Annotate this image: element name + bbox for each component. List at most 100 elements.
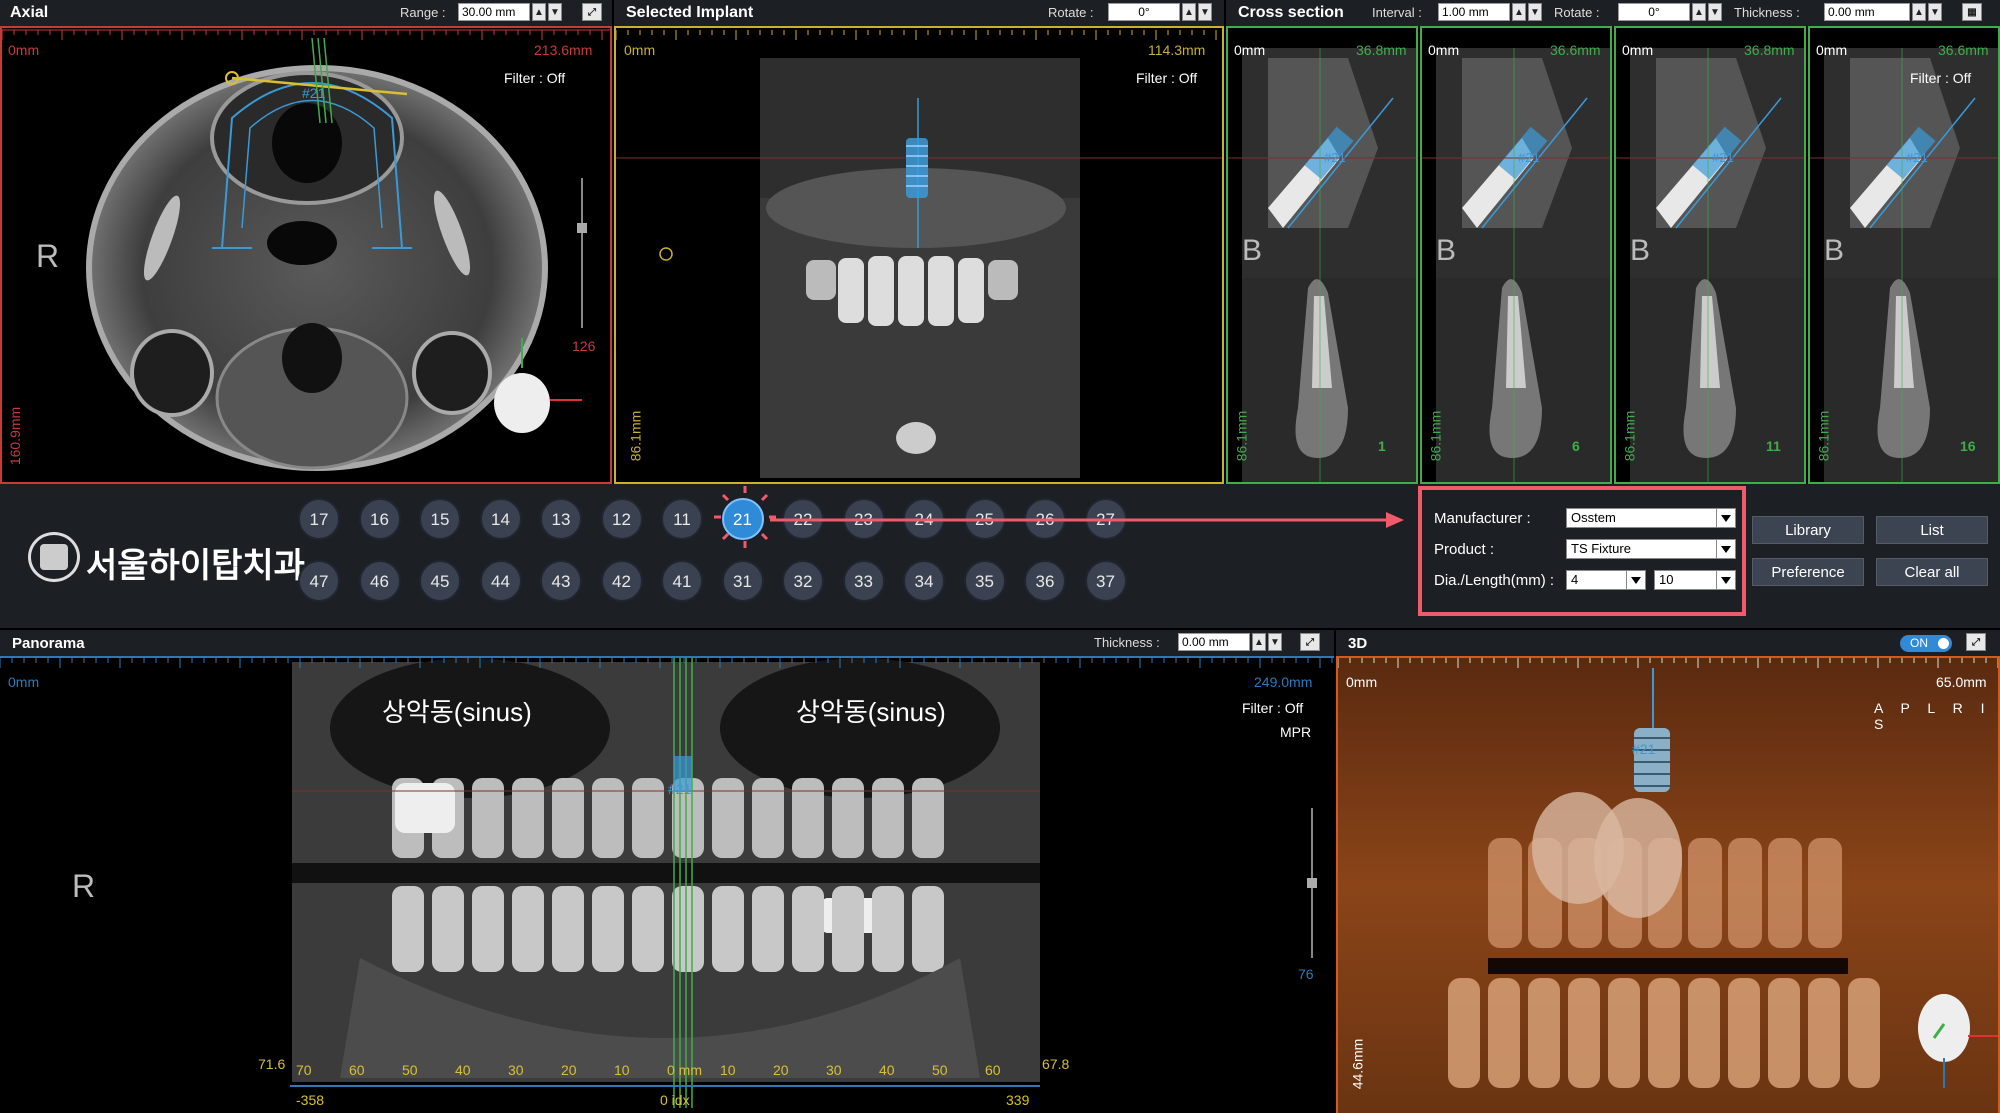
cross-section-slice-6[interactable]: 0mm 36.6mm #21 B 86.1mm 6 <box>1420 26 1612 484</box>
diameter-select[interactable]: 4 <box>1566 570 1628 590</box>
tooth-17-button[interactable]: 17 <box>298 498 340 540</box>
panorama-thickness-label: Thickness : <box>1094 635 1160 650</box>
implant-rotate-down-button[interactable]: ▼ <box>1198 3 1212 21</box>
slice-index-label: 1 <box>1378 438 1386 454</box>
slice-origin-label: 0mm <box>1816 42 1848 58</box>
axial-view[interactable]: #21 0mm 213.6mm Filter : Off R 126 160.9… <box>0 26 612 484</box>
tooth-33-button[interactable]: 33 <box>842 560 885 602</box>
tooth-31-button[interactable]: 31 <box>721 560 764 602</box>
panorama-origin-label: 0mm <box>8 674 40 690</box>
panorama-view[interactable]: #21 0mm 249.0mm Filter : Off MPR R 상악동(s… <box>0 656 1334 1113</box>
range-down-button[interactable]: ▼ <box>548 3 562 21</box>
slice-implant-tag: #21 <box>1712 150 1734 165</box>
product-select[interactable]: TS Fixture <box>1566 539 1718 559</box>
manufacturer-dropdown-icon[interactable] <box>1716 508 1736 528</box>
cross-section-slice-16[interactable]: 0mm 36.6mm #21 B 86.1mm 16 Filter : Off <box>1808 26 2000 484</box>
cross-section-slice-1[interactable]: 0mm 36.8mm #21 B 86.1mm 1 <box>1226 26 1418 484</box>
slice-origin-label: 0mm <box>1428 42 1460 58</box>
selected-implant-view[interactable]: 0mm 114.3mm Filter : Off 86.1mm <box>614 26 1224 484</box>
three-d-view[interactable]: #21 0mm 65.0mm A P L R I S 44.6mm <box>1336 656 2000 1113</box>
cross-rotate-input[interactable]: 0° <box>1618 3 1690 21</box>
interval-input[interactable]: 1.00 mm <box>1438 3 1510 21</box>
product-value: TS Fixture <box>1571 541 1631 556</box>
tooth-12-button[interactable]: 12 <box>600 498 643 540</box>
three-d-lower-tooth <box>1688 978 1720 1088</box>
axial-expand-icon[interactable]: ⤢ <box>582 3 602 21</box>
panorama-thickness-up-button[interactable]: ▲ <box>1252 633 1266 651</box>
three-d-implant-tag: #21 <box>1632 741 1656 757</box>
clear-all-button[interactable]: Clear all <box>1876 558 1988 586</box>
three-d-upper-tooth <box>1808 838 1842 948</box>
slice-side-label: B <box>1824 234 1845 267</box>
axial-header: Axial Range : 30.00 mm ▲ ▼ ⤢ <box>0 0 612 26</box>
cross-thickness-input[interactable]: 0.00 mm <box>1824 3 1910 21</box>
axial-size-label: 213.6mm <box>534 42 593 58</box>
three-d-vertical-size: 44.6mm <box>1349 1038 1366 1090</box>
tooth-35-button[interactable]: 35 <box>963 560 1006 602</box>
selected-implant-header: Selected Implant Rotate : 0° ▲ ▼ <box>614 0 1224 26</box>
toggle-knob-icon <box>1938 638 1949 649</box>
panorama-lower-tooth <box>472 886 504 972</box>
tooth-44-button[interactable]: 44 <box>479 560 522 602</box>
preference-button[interactable]: Preference <box>1752 558 1864 586</box>
tooth-11-button[interactable]: 11 <box>661 498 703 540</box>
panorama-idx-right: 339 <box>1006 1092 1030 1108</box>
grid-layout-icon[interactable]: ▦ <box>1962 3 1982 21</box>
panorama-thickness-input[interactable]: 0.00 mm <box>1178 633 1250 651</box>
three-d-lower-tooth <box>1528 978 1560 1088</box>
tooth-43-button[interactable]: 43 <box>540 560 582 602</box>
panorama-lower-tooth <box>512 886 544 972</box>
interval-up-button[interactable]: ▲ <box>1512 3 1526 21</box>
panorama-lower-tooth <box>832 886 864 972</box>
length-dropdown-icon[interactable] <box>1716 570 1736 590</box>
three-d-upper-tooth <box>1768 838 1802 948</box>
panorama-lower-tooth <box>392 886 424 972</box>
panorama-ruler-tick: 60 <box>349 1062 365 1078</box>
length-select[interactable]: 10 <box>1654 570 1718 590</box>
manufacturer-select[interactable]: Osstem <box>1566 508 1718 528</box>
tooth-37-button[interactable]: 37 <box>1084 560 1127 602</box>
implant-vertical-size: 86.1mm <box>627 410 644 462</box>
panorama-upper-tooth <box>632 778 664 858</box>
length-value: 10 <box>1659 572 1674 587</box>
cross-section-slice-11[interactable]: 0mm 36.8mm #21 B 86.1mm 11 <box>1614 26 1806 484</box>
implant-rotate-input[interactable]: 0° <box>1108 3 1180 21</box>
cross-thickness-up-button[interactable]: ▲ <box>1912 3 1926 21</box>
tooth-15-button[interactable]: 15 <box>419 498 461 540</box>
implant-rotate-up-button[interactable]: ▲ <box>1182 3 1196 21</box>
panorama-upper-tooth <box>832 778 864 858</box>
three-d-origin-label: 0mm <box>1346 674 1378 690</box>
three-d-toggle[interactable]: ON <box>1900 635 1952 652</box>
three-d-upper-tooth <box>1488 838 1522 948</box>
tooth-14-button[interactable]: 14 <box>479 498 522 540</box>
cross-rotate-up-button[interactable]: ▲ <box>1692 3 1706 21</box>
selected-implant-title: Selected Implant <box>626 4 754 21</box>
tooth-13-button[interactable]: 13 <box>540 498 582 540</box>
panorama-expand-icon[interactable]: ⤢ <box>1300 633 1320 651</box>
list-button[interactable]: List <box>1876 516 1988 544</box>
library-button[interactable]: Library <box>1752 516 1864 544</box>
interval-down-button[interactable]: ▼ <box>1528 3 1542 21</box>
range-label: Range : <box>400 5 446 20</box>
cross-thickness-down-button[interactable]: ▼ <box>1928 3 1942 21</box>
tooth-47-button[interactable]: 47 <box>298 560 340 602</box>
tooth-16-button[interactable]: 16 <box>358 498 401 540</box>
three-d-expand-icon[interactable]: ⤢ <box>1966 633 1986 651</box>
panorama-lower-tooth <box>592 886 624 972</box>
slice-side-label: B <box>1630 234 1651 267</box>
tooth-45-button[interactable]: 45 <box>419 560 461 602</box>
product-dropdown-icon[interactable] <box>1716 539 1736 559</box>
tooth-32-button[interactable]: 32 <box>782 560 824 602</box>
tooth-46-button[interactable]: 46 <box>358 560 401 602</box>
range-up-button[interactable]: ▲ <box>532 3 546 21</box>
tooth-41-button[interactable]: 41 <box>661 560 703 602</box>
tooth-36-button[interactable]: 36 <box>1024 560 1066 602</box>
range-input[interactable]: 30.00 mm <box>458 3 530 21</box>
diameter-dropdown-icon[interactable] <box>1626 570 1646 590</box>
tooth-42-button[interactable]: 42 <box>600 560 643 602</box>
panorama-thickness-down-button[interactable]: ▼ <box>1268 633 1282 651</box>
cross-rotate-down-button[interactable]: ▼ <box>1708 3 1722 21</box>
slice-size-label: 36.6mm <box>1938 42 1989 58</box>
interval-label: Interval : <box>1372 5 1422 20</box>
tooth-34-button[interactable]: 34 <box>903 560 945 602</box>
